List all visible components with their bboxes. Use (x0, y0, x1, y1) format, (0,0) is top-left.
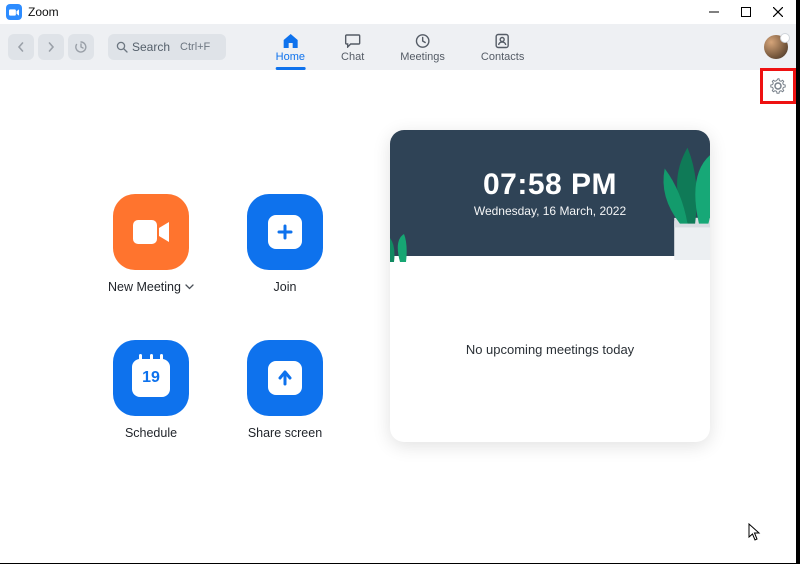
clock-date: Wednesday, 16 March, 2022 (474, 204, 626, 218)
meetings-card: 07:58 PM Wednesday, 16 March, 2022 No up… (390, 130, 710, 442)
tab-label: Contacts (481, 51, 524, 63)
nav-forward-button[interactable] (38, 34, 64, 60)
home-icon (281, 32, 299, 50)
video-icon (133, 220, 169, 244)
plant-decoration-icon (621, 140, 710, 260)
arrow-up-icon (268, 361, 302, 395)
tab-label: Chat (341, 51, 364, 63)
profile-avatar[interactable] (764, 35, 788, 59)
maximize-button[interactable] (730, 0, 762, 24)
tab-label: Home (276, 51, 305, 63)
chat-icon (345, 32, 361, 50)
search-input[interactable]: Search Ctrl+F (108, 34, 226, 60)
search-icon (116, 41, 128, 53)
share-screen-label: Share screen (248, 426, 322, 440)
calendar-day: 19 (142, 369, 160, 387)
new-meeting-button[interactable] (113, 194, 189, 270)
clock-panel: 07:58 PM Wednesday, 16 March, 2022 (390, 130, 710, 256)
zoom-app-icon (6, 4, 22, 20)
nav-back-button[interactable] (8, 34, 34, 60)
plus-icon (268, 215, 302, 249)
schedule-button[interactable]: 19 (113, 340, 189, 416)
window-titlebar: Zoom (0, 0, 800, 24)
schedule-label: Schedule (125, 426, 177, 440)
top-nav: Search Ctrl+F Home Chat Meetings Contact… (0, 24, 800, 70)
history-button[interactable] (68, 34, 94, 60)
search-placeholder: Search (132, 40, 170, 54)
tab-meetings[interactable]: Meetings (396, 24, 449, 70)
tab-chat[interactable]: Chat (337, 24, 368, 70)
calendar-icon: 19 (132, 359, 170, 397)
main-content: New Meeting Join 19 (0, 70, 800, 564)
clock-icon (415, 32, 431, 50)
tab-home[interactable]: Home (272, 24, 309, 70)
join-button[interactable] (247, 194, 323, 270)
search-shortcut: Ctrl+F (180, 41, 210, 53)
tab-contacts[interactable]: Contacts (477, 24, 528, 70)
plant-decoration-icon (390, 222, 422, 262)
main-tabs: Home Chat Meetings Contacts (272, 24, 529, 70)
tab-label: Meetings (400, 51, 445, 63)
clock-time: 07:58 PM (483, 168, 617, 202)
chevron-down-icon[interactable] (185, 284, 194, 290)
window-border (796, 0, 800, 564)
cursor-icon (748, 523, 762, 546)
minimize-button[interactable] (698, 0, 730, 24)
new-meeting-label: New Meeting (108, 280, 181, 294)
no-meetings-text: No upcoming meetings today (466, 342, 634, 357)
contacts-icon (495, 32, 510, 50)
window-title: Zoom (28, 5, 59, 19)
close-button[interactable] (762, 0, 794, 24)
join-label: Join (274, 280, 297, 294)
share-screen-button[interactable] (247, 340, 323, 416)
